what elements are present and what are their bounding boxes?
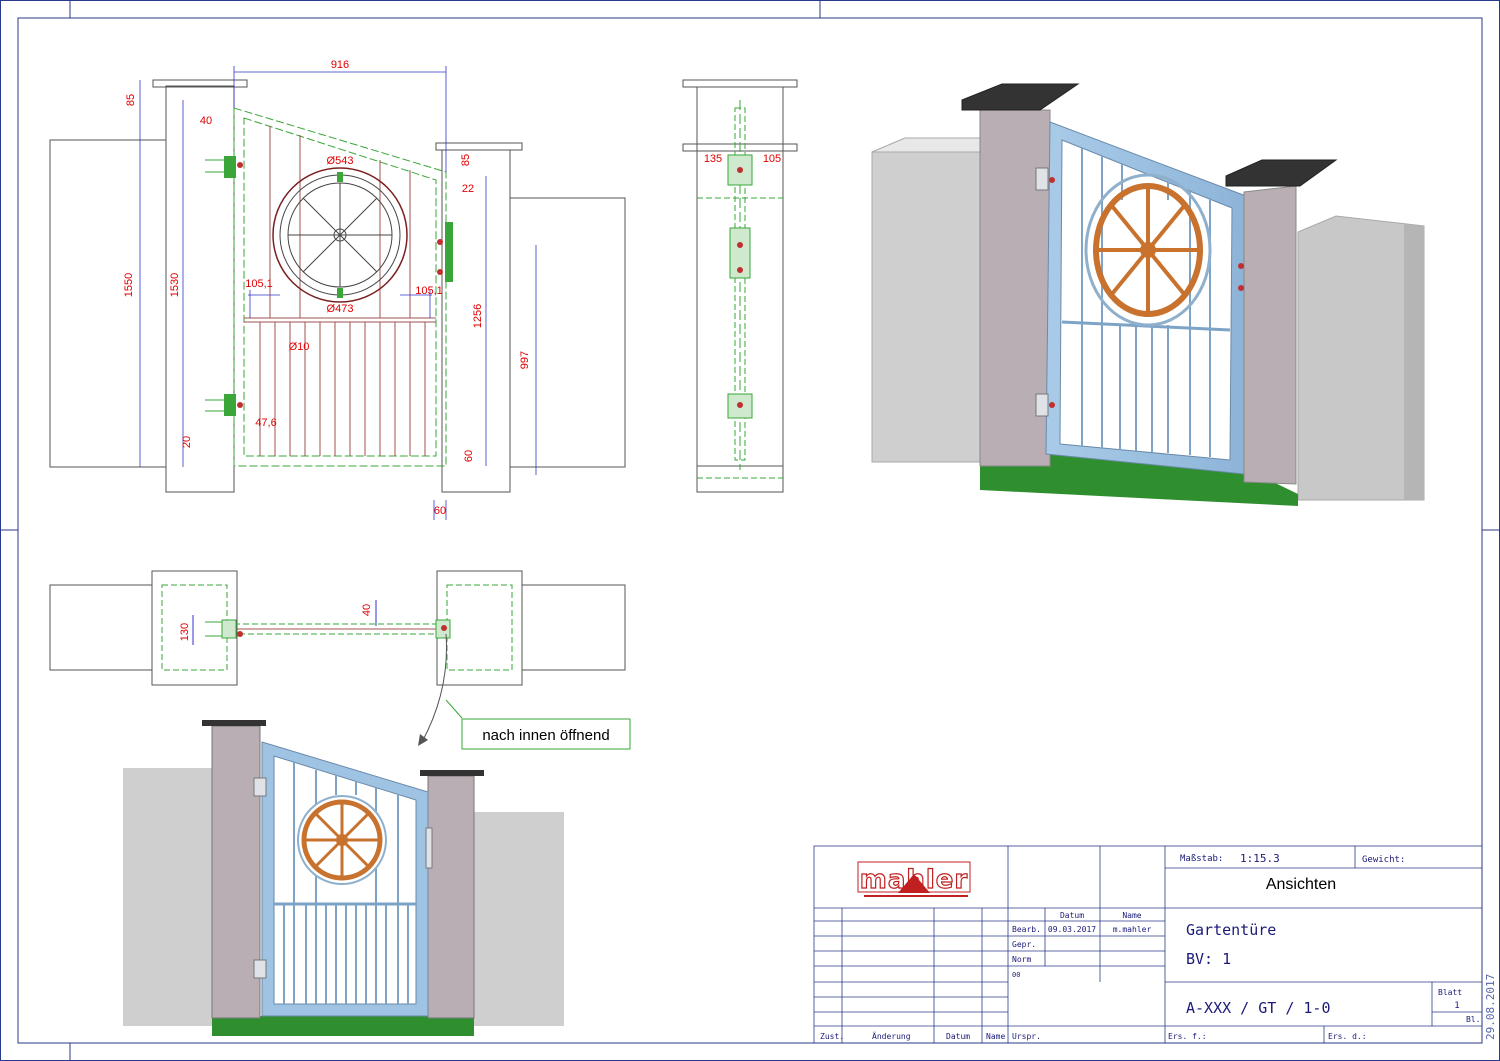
dimension-labels-front: 916 85 40 Ø543 85 22 1550 1530 105,1 105… bbox=[123, 59, 531, 517]
right-wall bbox=[509, 197, 626, 468]
lower-bars bbox=[259, 322, 426, 456]
sheet-label: Blatt bbox=[1438, 988, 1462, 997]
sheet-number: 1 bbox=[1454, 1001, 1459, 1011]
drawing-sheet: 916 85 40 Ø543 85 22 1550 1530 105,1 105… bbox=[0, 0, 1500, 1061]
footer-ursprung: Urspr. bbox=[1012, 1032, 1041, 1041]
dim-post-height: 1256 bbox=[472, 304, 484, 328]
right-post-cap bbox=[435, 142, 523, 151]
footer-aenderung: Änderung bbox=[872, 1031, 911, 1041]
dim-stile-width: 40 bbox=[200, 115, 212, 127]
dim-gate-height: 1530 bbox=[169, 273, 181, 297]
col-date: Datum bbox=[1060, 911, 1084, 920]
footer-zust: Zust. bbox=[820, 1032, 844, 1041]
weight-label: Gewicht: bbox=[1362, 855, 1405, 865]
wagon-wheel-3d bbox=[1084, 173, 1212, 327]
description-2: BV: 1 bbox=[1186, 950, 1231, 968]
drawing-number: A-XXX / GT / 1-0 bbox=[1186, 999, 1331, 1017]
row-extra: 00 bbox=[1012, 971, 1020, 979]
dim-side-left: 135 bbox=[704, 153, 722, 165]
dim-wheel-inner: Ø473 bbox=[327, 303, 354, 315]
row-norm: Norm bbox=[1012, 955, 1031, 964]
bearb-date: 09.03.2017 bbox=[1048, 925, 1096, 934]
footer-datum: Datum bbox=[946, 1032, 970, 1041]
dim-post-offset: 60 bbox=[434, 505, 446, 517]
dim-wheel-offset-right: 105,1 bbox=[415, 285, 443, 297]
dim-right-post-overhang: 85 bbox=[460, 154, 472, 166]
dim-total-height: 1550 bbox=[123, 273, 135, 297]
dim-top-overhang: 85 bbox=[125, 94, 137, 106]
dim-bar-diameter: Ø10 bbox=[289, 341, 310, 353]
dim-plan-depth: 130 bbox=[179, 623, 191, 641]
dim-side-right: 105 bbox=[763, 153, 781, 165]
annotation-text: nach innen öffnend bbox=[482, 727, 609, 744]
opening-direction-callout: nach innen öffnend bbox=[445, 699, 631, 750]
row-bearb: Bearb. bbox=[1012, 925, 1041, 934]
col-name: Name bbox=[1122, 911, 1141, 920]
sheet-total: Bl. bbox=[1466, 1015, 1480, 1024]
sheet-title: Ansichten bbox=[1266, 876, 1336, 893]
perspective-view bbox=[871, 83, 1425, 506]
dim-wheel-outer: Ø543 bbox=[327, 155, 354, 167]
dim-bottom-gap: 20 bbox=[181, 436, 193, 448]
row-gepr: Gepr. bbox=[1012, 940, 1036, 949]
dim-plan-thickness: 40 bbox=[361, 604, 373, 616]
dim-total-width: 916 bbox=[331, 59, 349, 71]
footer-name: Name bbox=[986, 1032, 1005, 1041]
company-logo: mahler bbox=[857, 861, 971, 897]
bearb-name: m.mahler bbox=[1113, 925, 1152, 934]
plot-date: 29.08.2017 bbox=[1484, 974, 1497, 1040]
wagon-wheel-elevation bbox=[272, 167, 408, 303]
footer-ersetzt-durch: Ers. d.: bbox=[1328, 1032, 1367, 1041]
dim-bar-spacing: 47,6 bbox=[255, 417, 276, 429]
scale-label: Maßstab: bbox=[1180, 854, 1223, 864]
description-1: Gartentüre bbox=[1186, 921, 1276, 939]
front-elevation bbox=[49, 79, 626, 493]
scale-value: 1:15.3 bbox=[1240, 852, 1280, 865]
footer-ersatz-fuer: Ers. f.: bbox=[1168, 1032, 1207, 1041]
dim-top-gap: 22 bbox=[462, 183, 474, 195]
front-render bbox=[123, 720, 564, 1036]
side-view: 135 105 bbox=[682, 79, 798, 493]
dim-lower-height: 997 bbox=[519, 351, 531, 369]
left-wall bbox=[49, 139, 167, 468]
dim-bottom-rail: 60 bbox=[463, 450, 475, 462]
dim-wheel-offset-left: 105,1 bbox=[245, 278, 273, 290]
